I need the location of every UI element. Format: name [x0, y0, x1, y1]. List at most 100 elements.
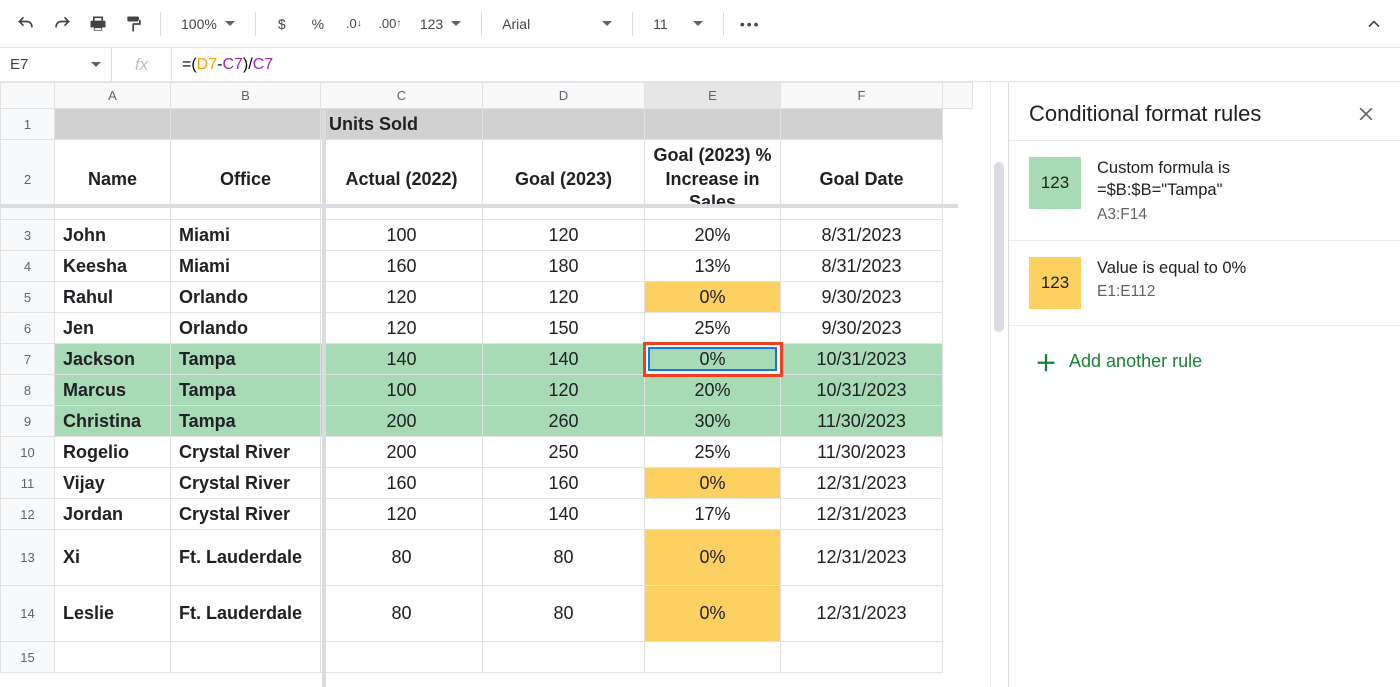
cell[interactable]: 12/31/2023 [781, 468, 943, 499]
cell[interactable]: 140 [483, 499, 645, 530]
cell[interactable]: Rahul [55, 282, 171, 313]
cell[interactable]: 12/31/2023 [781, 499, 943, 530]
row-header[interactable]: 3 [1, 220, 55, 251]
spreadsheet-area[interactable]: A B C D E F 1 Units Sold 2 Name Office A… [0, 82, 990, 687]
cell[interactable]: Rogelio [55, 437, 171, 468]
cell[interactable]: 0% [645, 530, 781, 586]
cell[interactable]: 12/31/2023 [781, 586, 943, 642]
col-header[interactable]: F [781, 83, 943, 109]
cell[interactable]: Miami [171, 220, 321, 251]
cell[interactable]: Crystal River [171, 437, 321, 468]
close-button[interactable] [1352, 100, 1380, 128]
dec-increase-button[interactable]: .00↑ [374, 8, 406, 40]
cell[interactable]: Jordan [55, 499, 171, 530]
cell[interactable]: Marcus [55, 375, 171, 406]
row-header[interactable]: 5 [1, 282, 55, 313]
cell[interactable]: 10/31/2023 [781, 344, 943, 375]
cell[interactable]: Crystal River [171, 499, 321, 530]
cell[interactable]: 9/30/2023 [781, 313, 943, 344]
cell[interactable]: 120 [321, 313, 483, 344]
cell[interactable]: 8/31/2023 [781, 220, 943, 251]
cell[interactable]: 150 [483, 313, 645, 344]
cell[interactable] [483, 642, 645, 673]
row-header[interactable]: 1 [1, 109, 55, 140]
cell[interactable]: 25% [645, 313, 781, 344]
col-header[interactable]: A [55, 83, 171, 109]
cell[interactable]: 120 [321, 499, 483, 530]
cell[interactable]: 80 [321, 586, 483, 642]
cell[interactable]: Tampa [171, 375, 321, 406]
paint-format-button[interactable] [118, 8, 150, 40]
col-header[interactable]: B [171, 83, 321, 109]
row-header[interactable]: 7 [1, 344, 55, 375]
cell[interactable]: 11/30/2023 [781, 437, 943, 468]
cell[interactable]: 140 [483, 344, 645, 375]
format-rule[interactable]: 123 Custom formula is=$B:$B="Tampa" A3:F… [1009, 140, 1400, 240]
frozen-pane-divider-horizontal[interactable] [0, 204, 958, 208]
cell[interactable]: 140 [321, 344, 483, 375]
cell[interactable]: 160 [321, 468, 483, 499]
cell[interactable]: John [55, 220, 171, 251]
cell[interactable]: Vijay [55, 468, 171, 499]
cell[interactable]: Jen [55, 313, 171, 344]
name-box[interactable]: E7 [0, 48, 112, 81]
cell[interactable]: 120 [483, 375, 645, 406]
row-header[interactable]: 11 [1, 468, 55, 499]
cell[interactable]: 200 [321, 437, 483, 468]
font-select[interactable]: Arial [492, 8, 622, 40]
cell[interactable]: 160 [321, 251, 483, 282]
number-format-select[interactable]: 123 [410, 8, 471, 40]
collapse-toolbar-button[interactable] [1358, 8, 1390, 40]
row-header[interactable]: 8 [1, 375, 55, 406]
cell[interactable]: 0% [645, 282, 781, 313]
row-header[interactable]: 6 [1, 313, 55, 344]
cell[interactable]: 120 [483, 220, 645, 251]
more-tools-button[interactable]: ••• [734, 8, 766, 40]
cell[interactable]: 80 [321, 530, 483, 586]
zoom-select[interactable]: 100% [171, 8, 245, 40]
cell[interactable]: Miami [171, 251, 321, 282]
cell[interactable]: 11/30/2023 [781, 406, 943, 437]
cell[interactable]: 180 [483, 251, 645, 282]
row-header[interactable]: 15 [1, 642, 55, 673]
cell[interactable]: 100 [321, 375, 483, 406]
cell[interactable]: 120 [483, 282, 645, 313]
redo-button[interactable] [46, 8, 78, 40]
cell[interactable] [645, 642, 781, 673]
cell[interactable]: 120 [321, 282, 483, 313]
format-rule[interactable]: 123 Value is equal to 0% E1:E112 [1009, 240, 1400, 325]
cell[interactable]: 260 [483, 406, 645, 437]
cell[interactable] [321, 642, 483, 673]
cell[interactable]: 0% [645, 468, 781, 499]
cell[interactable]: Crystal River [171, 468, 321, 499]
print-button[interactable] [82, 8, 114, 40]
font-size-select[interactable]: 11 [643, 8, 713, 40]
cell[interactable]: 250 [483, 437, 645, 468]
cell[interactable]: 160 [483, 468, 645, 499]
cell[interactable]: 0% [645, 586, 781, 642]
col-header[interactable]: D [483, 83, 645, 109]
cell[interactable]: 80 [483, 530, 645, 586]
cell[interactable]: Ft. Lauderdale [171, 530, 321, 586]
cell[interactable]: 25% [645, 437, 781, 468]
cell[interactable]: 20% [645, 375, 781, 406]
row-header[interactable]: 10 [1, 437, 55, 468]
row-header[interactable]: 12 [1, 499, 55, 530]
cell[interactable]: 10/31/2023 [781, 375, 943, 406]
cell[interactable]: 30% [645, 406, 781, 437]
formula-input[interactable]: =(D7-C7)/C7 [172, 56, 1400, 74]
vertical-scrollbar[interactable] [990, 82, 1008, 687]
cell[interactable]: Jackson [55, 344, 171, 375]
dec-decrease-button[interactable]: .0↓ [338, 8, 370, 40]
cell[interactable]: 17% [645, 499, 781, 530]
row-header[interactable]: 4 [1, 251, 55, 282]
cell[interactable]: 80 [483, 586, 645, 642]
cell[interactable]: Orlando [171, 282, 321, 313]
cell[interactable]: Leslie [55, 586, 171, 642]
row-header[interactable]: 9 [1, 406, 55, 437]
cell[interactable] [171, 642, 321, 673]
frozen-pane-divider-vertical[interactable] [322, 110, 326, 687]
col-header[interactable]: E [645, 83, 781, 109]
cell[interactable]: Ft. Lauderdale [171, 586, 321, 642]
cell[interactable]: Xi [55, 530, 171, 586]
